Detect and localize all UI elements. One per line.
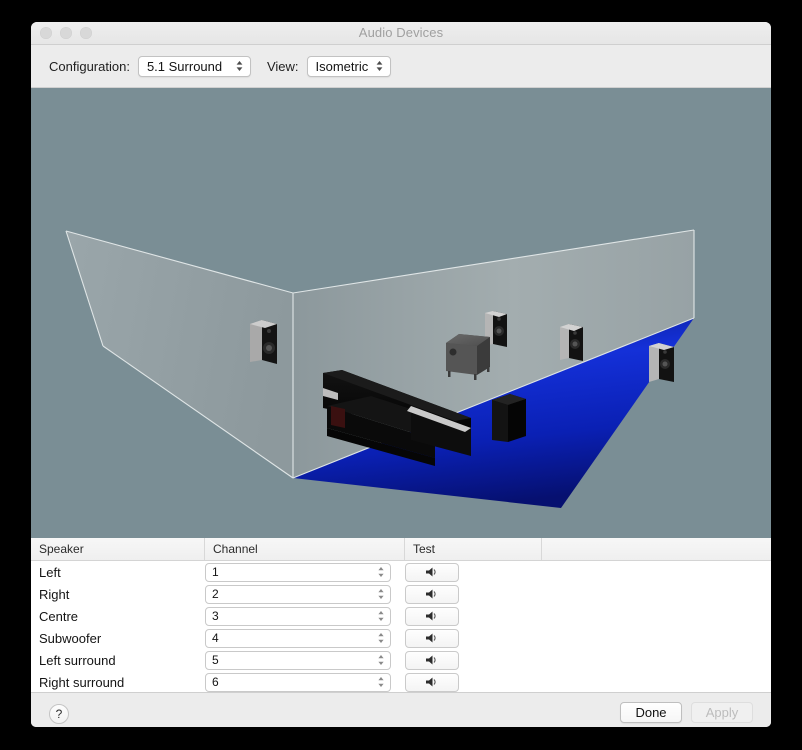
channel-value: 5	[212, 653, 219, 667]
chevron-updown-icon	[375, 59, 384, 73]
column-header-channel[interactable]: Channel	[205, 538, 405, 560]
table-row: Right surround 6	[31, 671, 771, 693]
channel-value: 4	[212, 631, 219, 645]
speaker-name-cell: Right surround	[39, 674, 125, 690]
left-speaker	[250, 320, 277, 364]
channel-cell: 1	[205, 562, 405, 582]
configuration-popup[interactable]: 5.1 Surround	[137, 55, 251, 77]
table-row: Right 2	[31, 583, 771, 605]
speaker-icon	[426, 611, 436, 621]
speaker-name-cell: Centre	[39, 608, 79, 624]
view-label: View:	[266, 58, 299, 74]
channel-value: 3	[212, 609, 219, 623]
column-header-test[interactable]: Test	[405, 538, 542, 560]
channel-stepper[interactable]: 4	[205, 628, 391, 648]
test-button[interactable]	[405, 672, 459, 692]
column-header-empty[interactable]	[542, 538, 770, 560]
table-body: Left 1 Right 2 Centre 3 Subwoofer 4 Left surroun…	[31, 561, 771, 693]
test-cell	[405, 584, 542, 604]
channel-cell: 2	[205, 584, 405, 604]
test-cell	[405, 628, 542, 648]
channel-stepper[interactable]: 3	[205, 606, 391, 626]
test-button[interactable]	[405, 606, 459, 626]
audio-devices-window: Audio Devices Configuration: 5.1 Surroun…	[31, 22, 771, 727]
test-cell	[405, 672, 542, 692]
channel-stepper[interactable]: 1	[205, 562, 391, 582]
right-speaker	[560, 324, 583, 361]
configuration-label: Configuration:	[49, 58, 130, 74]
speaker-name-cell: Left surround	[39, 652, 116, 668]
speaker-name-cell: Right	[39, 586, 70, 602]
speaker-icon	[426, 655, 436, 665]
channel-cell: 6	[205, 672, 405, 692]
speaker-name-cell: Subwoofer	[39, 630, 102, 646]
view-popup[interactable]: Isometric	[306, 55, 391, 77]
channel-cell: 5	[205, 650, 405, 670]
channel-cell: 4	[205, 628, 405, 648]
window-title: Audio Devices	[358, 25, 444, 40]
table-row: Left 1	[31, 561, 771, 583]
channel-stepper[interactable]: 6	[205, 672, 391, 692]
test-button[interactable]	[405, 584, 459, 604]
channel-cell: 3	[205, 606, 405, 626]
speaker-channel-table: Speaker Channel Test Left 1 Right 2 Centre 3 S…	[31, 538, 771, 693]
room-3d-view[interactable]	[31, 88, 771, 538]
table-row: Subwoofer 4	[31, 627, 771, 649]
speaker-icon	[426, 567, 436, 577]
channel-value: 6	[212, 675, 219, 689]
table-row: Centre 3	[31, 605, 771, 627]
test-button[interactable]	[405, 628, 459, 648]
test-cell	[405, 562, 542, 582]
test-cell	[405, 650, 542, 670]
channel-value: 1	[212, 565, 219, 579]
chevron-updown-icon	[235, 59, 244, 73]
done-button[interactable]: Done	[620, 702, 682, 723]
footer-button-group: Done Apply	[620, 702, 753, 723]
right-surround-speaker	[649, 343, 674, 382]
side-table	[492, 394, 526, 442]
test-button[interactable]	[405, 650, 459, 670]
room-render	[31, 88, 771, 538]
view-value: Isometric	[315, 58, 369, 74]
configuration-toolbar: Configuration: 5.1 Surround View: Isomet…	[31, 45, 771, 88]
test-button[interactable]	[405, 562, 459, 582]
configuration-value: 5.1 Surround	[146, 58, 223, 74]
speaker-name-cell: Left	[39, 564, 61, 580]
speaker-icon	[426, 589, 436, 599]
apply-button: Apply	[691, 702, 753, 723]
window-titlebar: Audio Devices	[31, 22, 771, 45]
channel-value: 2	[212, 587, 219, 601]
speaker-icon	[426, 633, 436, 643]
channel-stepper[interactable]: 2	[205, 584, 391, 604]
column-header-speaker[interactable]: Speaker	[31, 538, 205, 560]
dialog-footer: ? Done Apply	[31, 693, 771, 727]
test-cell	[405, 606, 542, 626]
speaker-icon	[426, 677, 436, 687]
table-header-row: Speaker Channel Test	[31, 538, 771, 561]
channel-stepper[interactable]: 5	[205, 650, 391, 670]
table-row: Left surround 5	[31, 649, 771, 671]
help-button[interactable]: ?	[49, 704, 69, 724]
